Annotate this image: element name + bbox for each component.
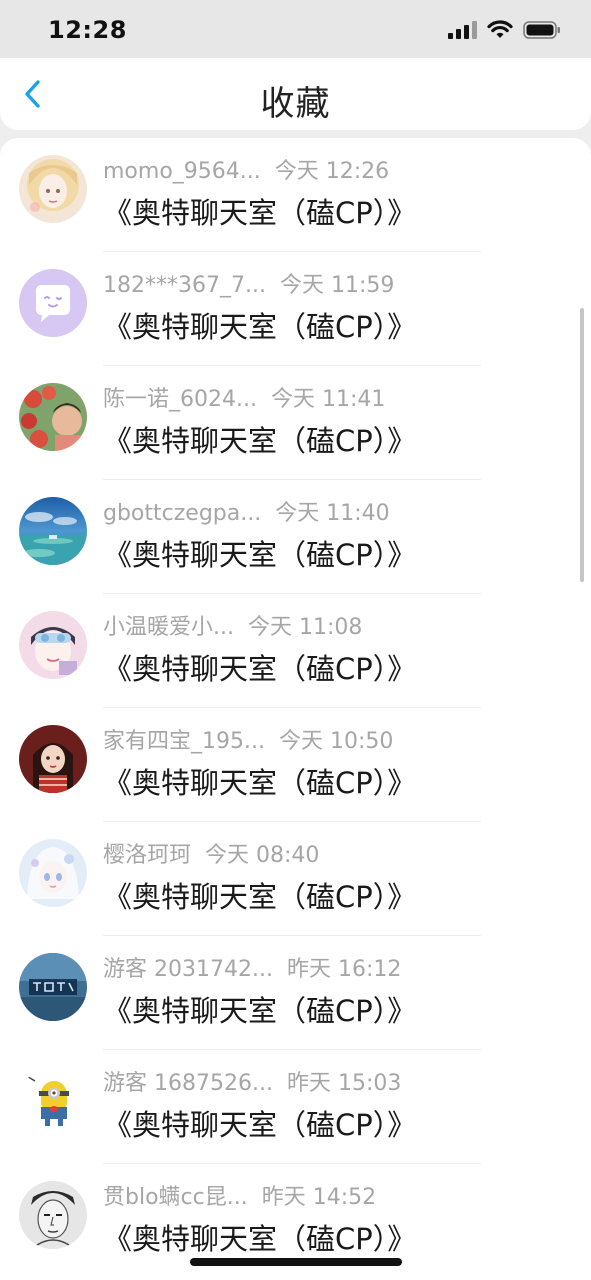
list-item[interactable]: 小温暖爱小... 今天 11:08 《奥特聊天室（磕CP）》 [0,594,591,708]
nav-bar: 收藏 [0,58,591,130]
item-meta: 家有四宝_195... 今天 10:50 [103,723,393,755]
timestamp: 今天 11:40 [275,501,390,526]
timestamp: 今天 11:08 [247,615,363,640]
user-name: 小温暖爱小... [103,615,234,640]
timestamp: 今天 11:41 [270,387,386,412]
list-item[interactable]: 家有四宝_195... 今天 10:50 《奥特聊天室（磕CP）》 [0,708,591,822]
timestamp: 今天 08:40 [205,843,320,868]
avatar [19,611,87,679]
timestamp: 昨天 14:52 [261,1185,377,1210]
item-title: 《奥特聊天室（磕CP）》 [103,196,417,230]
list-item[interactable]: gbottczegpa... 今天 11:40 《奥特聊天室（磕CP）》 [0,480,591,594]
user-name: 游客 2031742... [103,957,273,982]
item-title: 《奥特聊天室（磕CP）》 [103,310,417,344]
item-title: 《奥特聊天室（磕CP）》 [103,424,417,458]
user-name: momo_9564... [103,159,261,184]
status-icons [448,20,561,40]
battery-icon [523,21,560,39]
avatar [19,497,87,565]
list-item[interactable]: 游客 1687526... 昨天 15:03 《奥特聊天室（磕CP）》 [0,1050,591,1164]
item-title: 《奥特聊天室（磕CP）》 [103,880,417,914]
avatar [19,725,87,793]
avatar [19,269,87,337]
item-title: 《奥特聊天室（磕CP）》 [103,994,417,1028]
item-meta: 陈一诺_6024... 今天 11:41 [103,381,385,413]
avatar [19,383,87,451]
item-meta: momo_9564... 今天 12:26 [103,153,389,185]
avatar [19,839,87,907]
item-meta: 182***367_7... 今天 11:59 [103,267,394,299]
user-name: 家有四宝_195... [103,729,265,754]
user-name: 樱洛珂珂 [103,843,192,868]
item-meta: 贯blo螨cc昆... 昨天 14:52 [103,1179,376,1211]
item-meta: 小温暖爱小... 今天 11:08 [103,609,362,641]
timestamp: 昨天 15:03 [286,1071,402,1096]
list-item[interactable]: 游客 2031742... 昨天 16:12 《奥特聊天室（磕CP）》 [0,936,591,1050]
timestamp: 昨天 16:12 [286,957,402,982]
user-name: 陈一诺_6024... [103,387,257,412]
wifi-icon [487,20,513,38]
item-title: 《奥特聊天室（磕CP）》 [103,766,417,800]
item-title: 《奥特聊天室（磕CP）》 [103,1222,417,1256]
item-title: 《奥特聊天室（磕CP）》 [103,1108,417,1142]
item-meta: 游客 2031742... 昨天 16:12 [103,951,401,983]
item-title: 《奥特聊天室（磕CP）》 [103,652,417,686]
timestamp: 今天 10:50 [278,729,394,754]
timestamp: 今天 12:26 [274,159,390,184]
item-meta: gbottczegpa... 今天 11:40 [103,495,390,527]
avatar [19,1067,87,1135]
user-name: 游客 1687526... [103,1071,273,1096]
list-item[interactable]: momo_9564... 今天 12:26 《奥特聊天室（磕CP）》 [0,138,591,252]
item-meta: 游客 1687526... 昨天 15:03 [103,1065,401,1097]
avatar [19,953,87,1021]
favorites-list: momo_9564... 今天 12:26 《奥特聊天室（磕CP）》 182***… [0,138,591,1280]
avatar [19,1181,87,1249]
status-bar: 12:28 [0,0,591,58]
user-name: gbottczegpa... [103,501,262,526]
scrollbar[interactable] [580,308,584,582]
avatar [19,155,87,223]
signal-icon [448,21,477,39]
home-indicator[interactable] [190,1258,402,1266]
list-item[interactable]: 陈一诺_6024... 今天 11:41 《奥特聊天室（磕CP）》 [0,366,591,480]
list-item[interactable]: 182***367_7... 今天 11:59 《奥特聊天室（磕CP）》 [0,252,591,366]
list-item[interactable]: 樱洛珂珂 今天 08:40 《奥特聊天室（磕CP）》 [0,822,591,936]
item-meta: 樱洛珂珂 今天 08:40 [103,837,319,869]
status-time: 12:28 [48,16,127,44]
page-title: 收藏 [260,84,331,124]
user-name: 贯blo螨cc昆... [103,1185,248,1210]
timestamp: 今天 11:59 [279,273,395,298]
user-name: 182***367_7... [103,273,266,298]
item-title: 《奥特聊天室（磕CP）》 [103,538,417,572]
